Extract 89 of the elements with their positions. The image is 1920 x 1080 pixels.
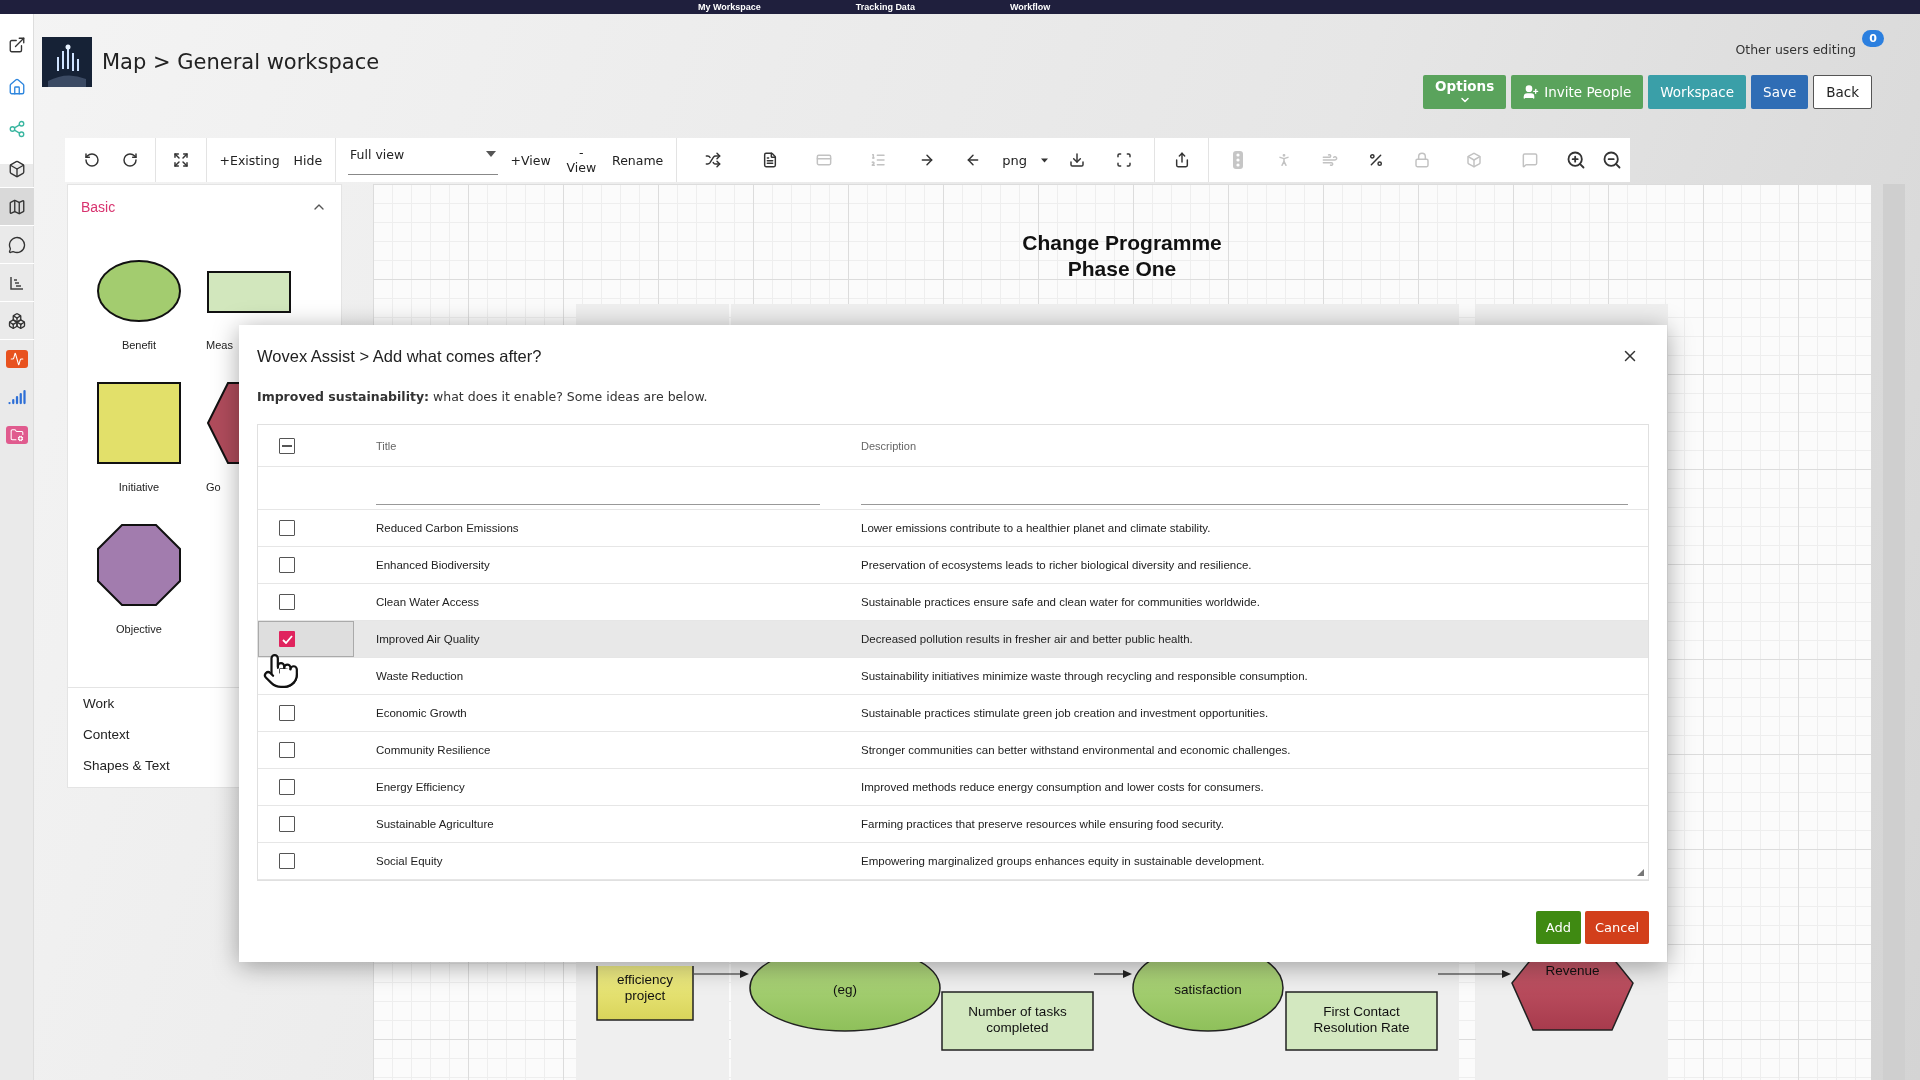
format-select[interactable]: png: [996, 142, 1054, 178]
map-icon[interactable]: [0, 188, 34, 226]
row-checkbox[interactable]: [279, 594, 295, 610]
description-cell-text: Lower emissions contribute to a healthier planet and climate stability.: [861, 522, 1212, 534]
toolbar-button[interactable]: +Existing: [212, 142, 287, 178]
palette-section-header[interactable]: Basic: [68, 185, 341, 215]
download-icon[interactable]: [1068, 152, 1085, 168]
description-cell-text: Farming practices that preserve resources while ensuring food security.: [861, 818, 1225, 830]
toolbar-button[interactable]: Rename: [605, 142, 671, 178]
document-icon[interactable]: [762, 152, 778, 168]
redo-icon[interactable]: [121, 152, 138, 168]
page-title: Map > General workspace: [102, 50, 380, 74]
column-header[interactable]: Description: [861, 439, 1648, 452]
share-icon[interactable]: [1173, 152, 1190, 168]
row-checkbox[interactable]: [279, 557, 295, 573]
selected-row[interactable]: Improved Air Quality Decreased pollution results in fresher air and better public health.: [258, 621, 1648, 658]
select-all-checkbox[interactable]: [279, 437, 295, 454]
back-button[interactable]: Back: [1813, 75, 1872, 109]
row-checkbox[interactable]: [279, 816, 295, 832]
editing-count-badge: 0: [1862, 30, 1884, 47]
initiative-node[interactable]: efficiency project: [596, 966, 694, 1023]
palette-section[interactable]: Context: [83, 727, 130, 742]
description-cell-text: Improved methods reduce energy consumption and lower costs for consumers.: [861, 781, 1265, 793]
description-cell-text: Stronger communities can better withstand environmental and economic challenges.: [861, 744, 1292, 756]
add-button[interactable]: Add: [1535, 911, 1581, 944]
goal-node[interactable]: Revenue: [1511, 959, 1634, 1031]
title-cell-text: Energy Efficiency: [376, 781, 466, 793]
shape-label: Initiative: [118, 481, 160, 493]
palette-section[interactable]: Shapes & Text: [83, 758, 170, 773]
title-cell-text: Enhanced Biodiversity: [376, 559, 491, 571]
expand-icon[interactable]: [172, 152, 189, 168]
column-header[interactable]: Title: [376, 439, 861, 452]
description-cell-text: Preservation of ecosystems leads to richer biological diversity and resilience.: [861, 559, 1253, 571]
caret-icon: [1040, 157, 1048, 163]
percent-icon[interactable]: [1367, 152, 1384, 168]
description-cell-text: Decreased pollution results in fresher air and better public health.: [861, 633, 1194, 645]
resize-handle-icon[interactable]: [1637, 869, 1644, 876]
toolbar-button[interactable]: Hide: [286, 142, 330, 178]
nav-link[interactable]: My Workspace: [698, 2, 761, 12]
toolbar-button[interactable]: -View: [557, 142, 606, 178]
dialog-intro: Improved sustainability: what does it enable? Some ideas are below.: [257, 389, 709, 404]
shape-label: Go: [206, 481, 221, 493]
connector-arrow: [1094, 969, 1132, 979]
shape-label: Meas: [206, 339, 233, 351]
title-cell-text: Social Equity: [376, 855, 444, 867]
fullscreen-icon[interactable]: [1115, 152, 1132, 168]
row-checkbox[interactable]: [279, 520, 295, 536]
add-user-icon: [1523, 84, 1540, 100]
row-checkbox[interactable]: [279, 853, 295, 869]
map-title: Change Programme Phase One: [1021, 230, 1223, 282]
nav-link[interactable]: Workflow: [1009, 2, 1051, 12]
shape-label: Objective: [116, 623, 162, 635]
logo: [42, 37, 92, 87]
shape-label: Benefit: [121, 339, 157, 351]
undo-icon[interactable]: [83, 152, 100, 168]
measure-node[interactable]: Number of tasks completed: [941, 991, 1094, 1051]
dialog-title: Wovex Assist > Add what comes after?: [257, 346, 542, 366]
view-select[interactable]: Full view: [348, 145, 498, 175]
shuffle-icon[interactable]: [705, 152, 722, 168]
description-cell-text: Sustainability initiatives minimize waste through recycling and responsible consumption.: [861, 670, 1309, 682]
description-cell-text: Sustainable practices stimulate green job creation and investment opportunities.: [861, 707, 1270, 719]
palette-section[interactable]: Work: [83, 696, 115, 711]
connector-arrow: [694, 969, 749, 979]
minus-icon: [282, 444, 292, 447]
toolbar-button[interactable]: +View: [503, 142, 558, 178]
title-cell-text: Economic Growth: [376, 707, 468, 719]
row-checkbox[interactable]: [279, 631, 295, 647]
zoom-in-icon[interactable]: [1566, 150, 1587, 170]
benefit-shape[interactable]: [96, 259, 182, 323]
cancel-button[interactable]: Cancel: [1584, 911, 1649, 944]
row-checkbox[interactable]: [279, 705, 295, 721]
caret-icon: [485, 151, 496, 157]
measure-node[interactable]: First Contact Resolution Rate: [1285, 991, 1438, 1051]
objective-shape[interactable]: [96, 523, 182, 607]
title-cell-text: Sustainable Agriculture: [376, 818, 495, 830]
editing-label: Other users editing: [1735, 42, 1856, 57]
initiative-shape[interactable]: [96, 381, 182, 465]
row-checkbox[interactable]: [279, 742, 295, 758]
description-cell-text: Empowering marginalized groups enhances equity in sustainable development.: [861, 855, 1266, 867]
zoom-out-icon[interactable]: [1602, 150, 1623, 170]
title-cell-text: Community Resilience: [376, 744, 492, 756]
title-cell-text: Reduced Carbon Emissions: [376, 522, 520, 534]
row-checkbox[interactable]: [279, 779, 295, 795]
save-button[interactable]: Save: [1751, 75, 1809, 109]
title-cell-text: Clean Water Access: [376, 596, 481, 608]
nav-link[interactable]: Tracking Data: [855, 2, 915, 12]
title-cell-text: Waste Reduction: [376, 670, 465, 682]
title-cell-text: Improved Air Quality: [376, 633, 481, 645]
description-cell-text: Sustainable practices ensure safe and clean water for communities worldwide.: [861, 596, 1261, 608]
